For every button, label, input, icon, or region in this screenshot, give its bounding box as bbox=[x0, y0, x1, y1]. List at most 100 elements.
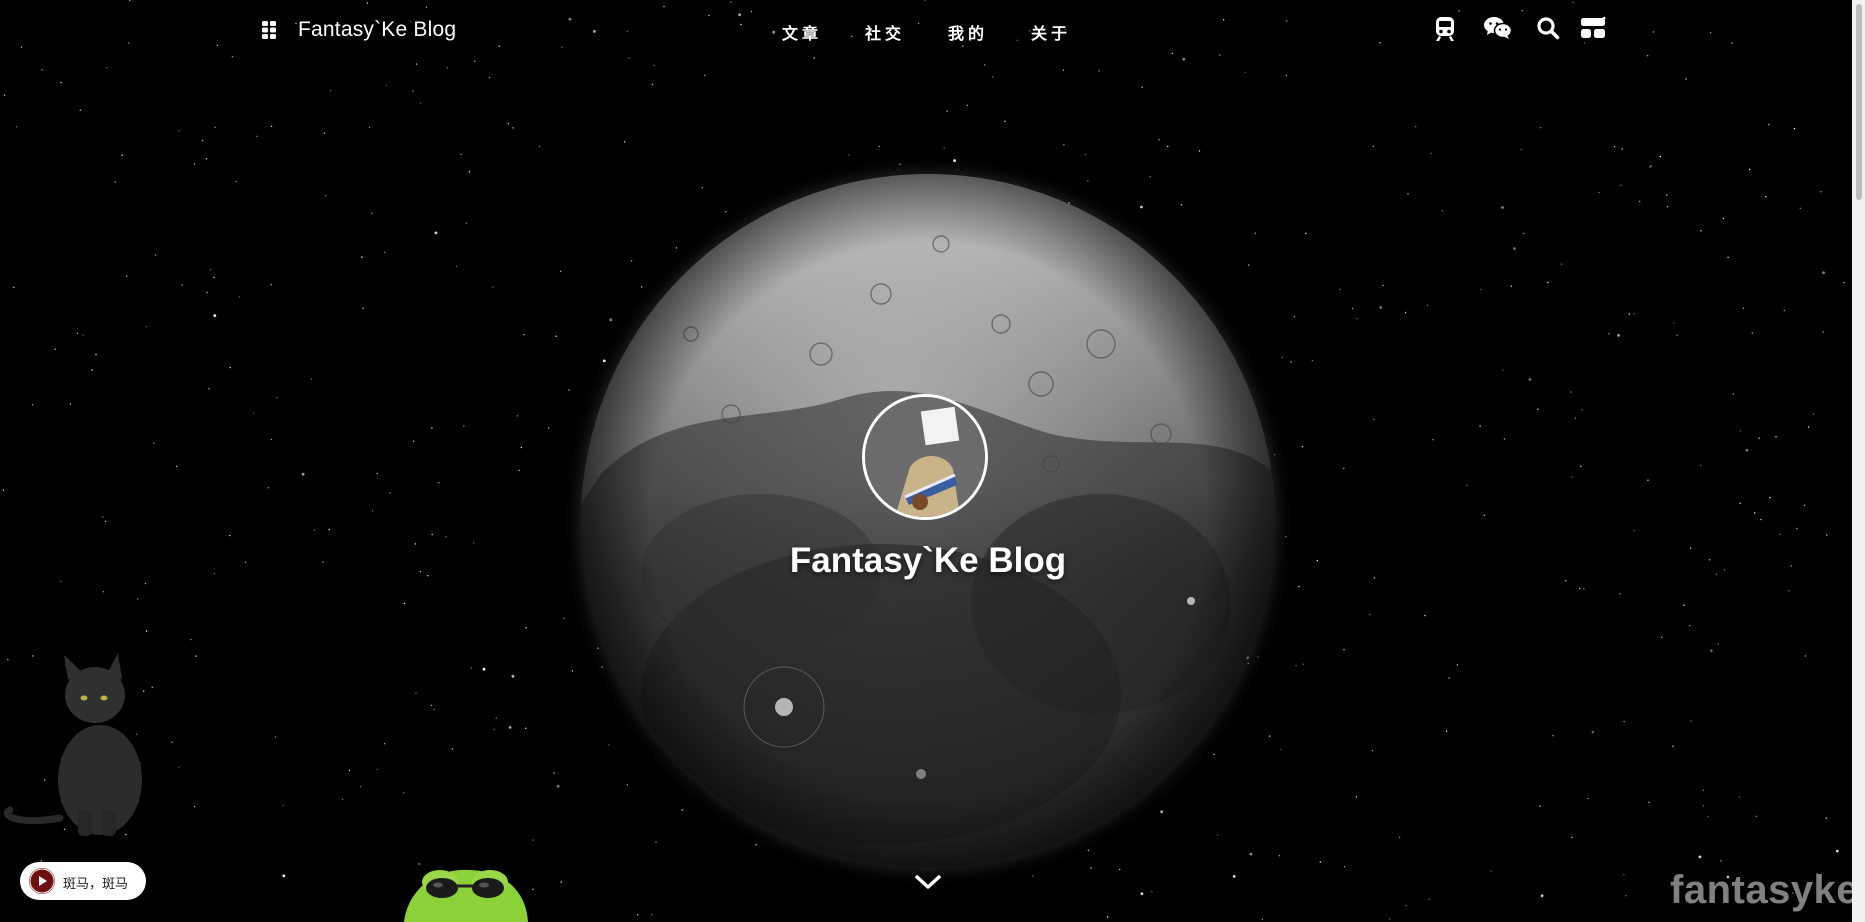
star bbox=[69, 403, 72, 405]
star bbox=[538, 145, 541, 148]
star bbox=[1432, 439, 1434, 441]
star bbox=[1213, 753, 1215, 756]
star bbox=[1608, 333, 1610, 335]
star bbox=[1301, 445, 1304, 448]
star bbox=[1343, 866, 1346, 868]
star bbox=[1084, 153, 1087, 156]
star bbox=[1257, 656, 1259, 658]
star bbox=[1510, 285, 1512, 287]
star bbox=[348, 769, 351, 772]
star bbox=[1280, 748, 1282, 751]
star bbox=[1343, 467, 1345, 470]
star bbox=[79, 109, 82, 111]
star bbox=[1456, 664, 1459, 666]
star bbox=[1382, 284, 1384, 287]
star bbox=[1581, 409, 1583, 411]
star bbox=[1760, 518, 1762, 521]
wechat-icon[interactable] bbox=[1484, 16, 1514, 44]
star bbox=[1098, 70, 1100, 72]
star bbox=[1490, 870, 1492, 872]
star bbox=[270, 438, 273, 441]
star bbox=[1523, 232, 1525, 235]
star bbox=[1738, 796, 1741, 798]
moon-image bbox=[581, 174, 1275, 868]
star bbox=[1676, 334, 1678, 336]
star bbox=[1796, 527, 1798, 530]
frog-mascot[interactable] bbox=[398, 858, 534, 922]
star bbox=[630, 260, 633, 262]
star bbox=[359, 786, 362, 788]
star bbox=[1445, 730, 1448, 732]
nav-links: 文章 社交 我的 关于 bbox=[782, 20, 1071, 44]
star bbox=[104, 520, 107, 523]
layout-icon[interactable] bbox=[1580, 16, 1606, 44]
music-disc-icon[interactable] bbox=[29, 868, 55, 894]
star bbox=[560, 881, 562, 883]
star bbox=[282, 804, 284, 807]
train-icon[interactable] bbox=[1434, 16, 1460, 44]
star bbox=[755, 844, 757, 846]
star bbox=[571, 670, 574, 672]
nav-item-about[interactable]: 关于 bbox=[1031, 20, 1071, 44]
star bbox=[1591, 732, 1594, 734]
star bbox=[1343, 648, 1345, 651]
nav-item-mine[interactable]: 我的 bbox=[948, 20, 988, 44]
star bbox=[1571, 836, 1573, 838]
star bbox=[493, 728, 495, 730]
star bbox=[1248, 264, 1250, 266]
star bbox=[1722, 217, 1725, 220]
grid-menu-icon[interactable] bbox=[262, 21, 276, 39]
music-player[interactable]: 斑马，斑马 bbox=[20, 862, 146, 900]
star bbox=[508, 726, 512, 729]
search-icon[interactable] bbox=[1536, 16, 1562, 44]
star bbox=[195, 655, 197, 657]
star bbox=[1415, 126, 1417, 128]
star bbox=[1835, 849, 1839, 853]
star bbox=[13, 286, 15, 288]
star bbox=[106, 67, 108, 69]
star bbox=[653, 64, 655, 67]
star bbox=[946, 110, 948, 112]
chevron-down-icon[interactable] bbox=[914, 872, 942, 892]
star bbox=[1613, 145, 1616, 148]
star bbox=[91, 369, 93, 371]
star bbox=[114, 181, 117, 183]
star bbox=[1571, 476, 1573, 478]
star bbox=[523, 334, 525, 336]
nav-item-social[interactable]: 社交 bbox=[865, 20, 905, 44]
star bbox=[681, 809, 683, 811]
star bbox=[1826, 534, 1828, 536]
star bbox=[1479, 425, 1481, 427]
star bbox=[1702, 789, 1705, 791]
star bbox=[1700, 464, 1702, 467]
nav-item-articles[interactable]: 文章 bbox=[782, 20, 822, 44]
star bbox=[507, 123, 510, 125]
star bbox=[329, 89, 332, 92]
star bbox=[430, 704, 433, 707]
star bbox=[1063, 144, 1065, 146]
black-cat-mascot[interactable] bbox=[0, 650, 160, 840]
star bbox=[1379, 306, 1383, 309]
scrollbar-thumb[interactable] bbox=[1856, 4, 1862, 200]
star bbox=[655, 841, 657, 843]
star bbox=[1843, 281, 1845, 284]
avatar[interactable] bbox=[862, 394, 988, 520]
site-title[interactable]: Fantasy`Ke Blog bbox=[298, 18, 456, 42]
star bbox=[1141, 86, 1143, 88]
star bbox=[1779, 533, 1781, 536]
star bbox=[1685, 78, 1687, 80]
star bbox=[1160, 810, 1164, 814]
star bbox=[270, 125, 273, 128]
star bbox=[626, 784, 629, 786]
star bbox=[76, 332, 79, 334]
star bbox=[1649, 166, 1651, 168]
star bbox=[1768, 123, 1770, 126]
star bbox=[434, 231, 438, 235]
star bbox=[1812, 413, 1815, 415]
star bbox=[651, 83, 653, 86]
star bbox=[126, 275, 128, 277]
star bbox=[525, 627, 527, 629]
star bbox=[1639, 200, 1641, 203]
star bbox=[1707, 815, 1709, 818]
star bbox=[455, 265, 458, 268]
